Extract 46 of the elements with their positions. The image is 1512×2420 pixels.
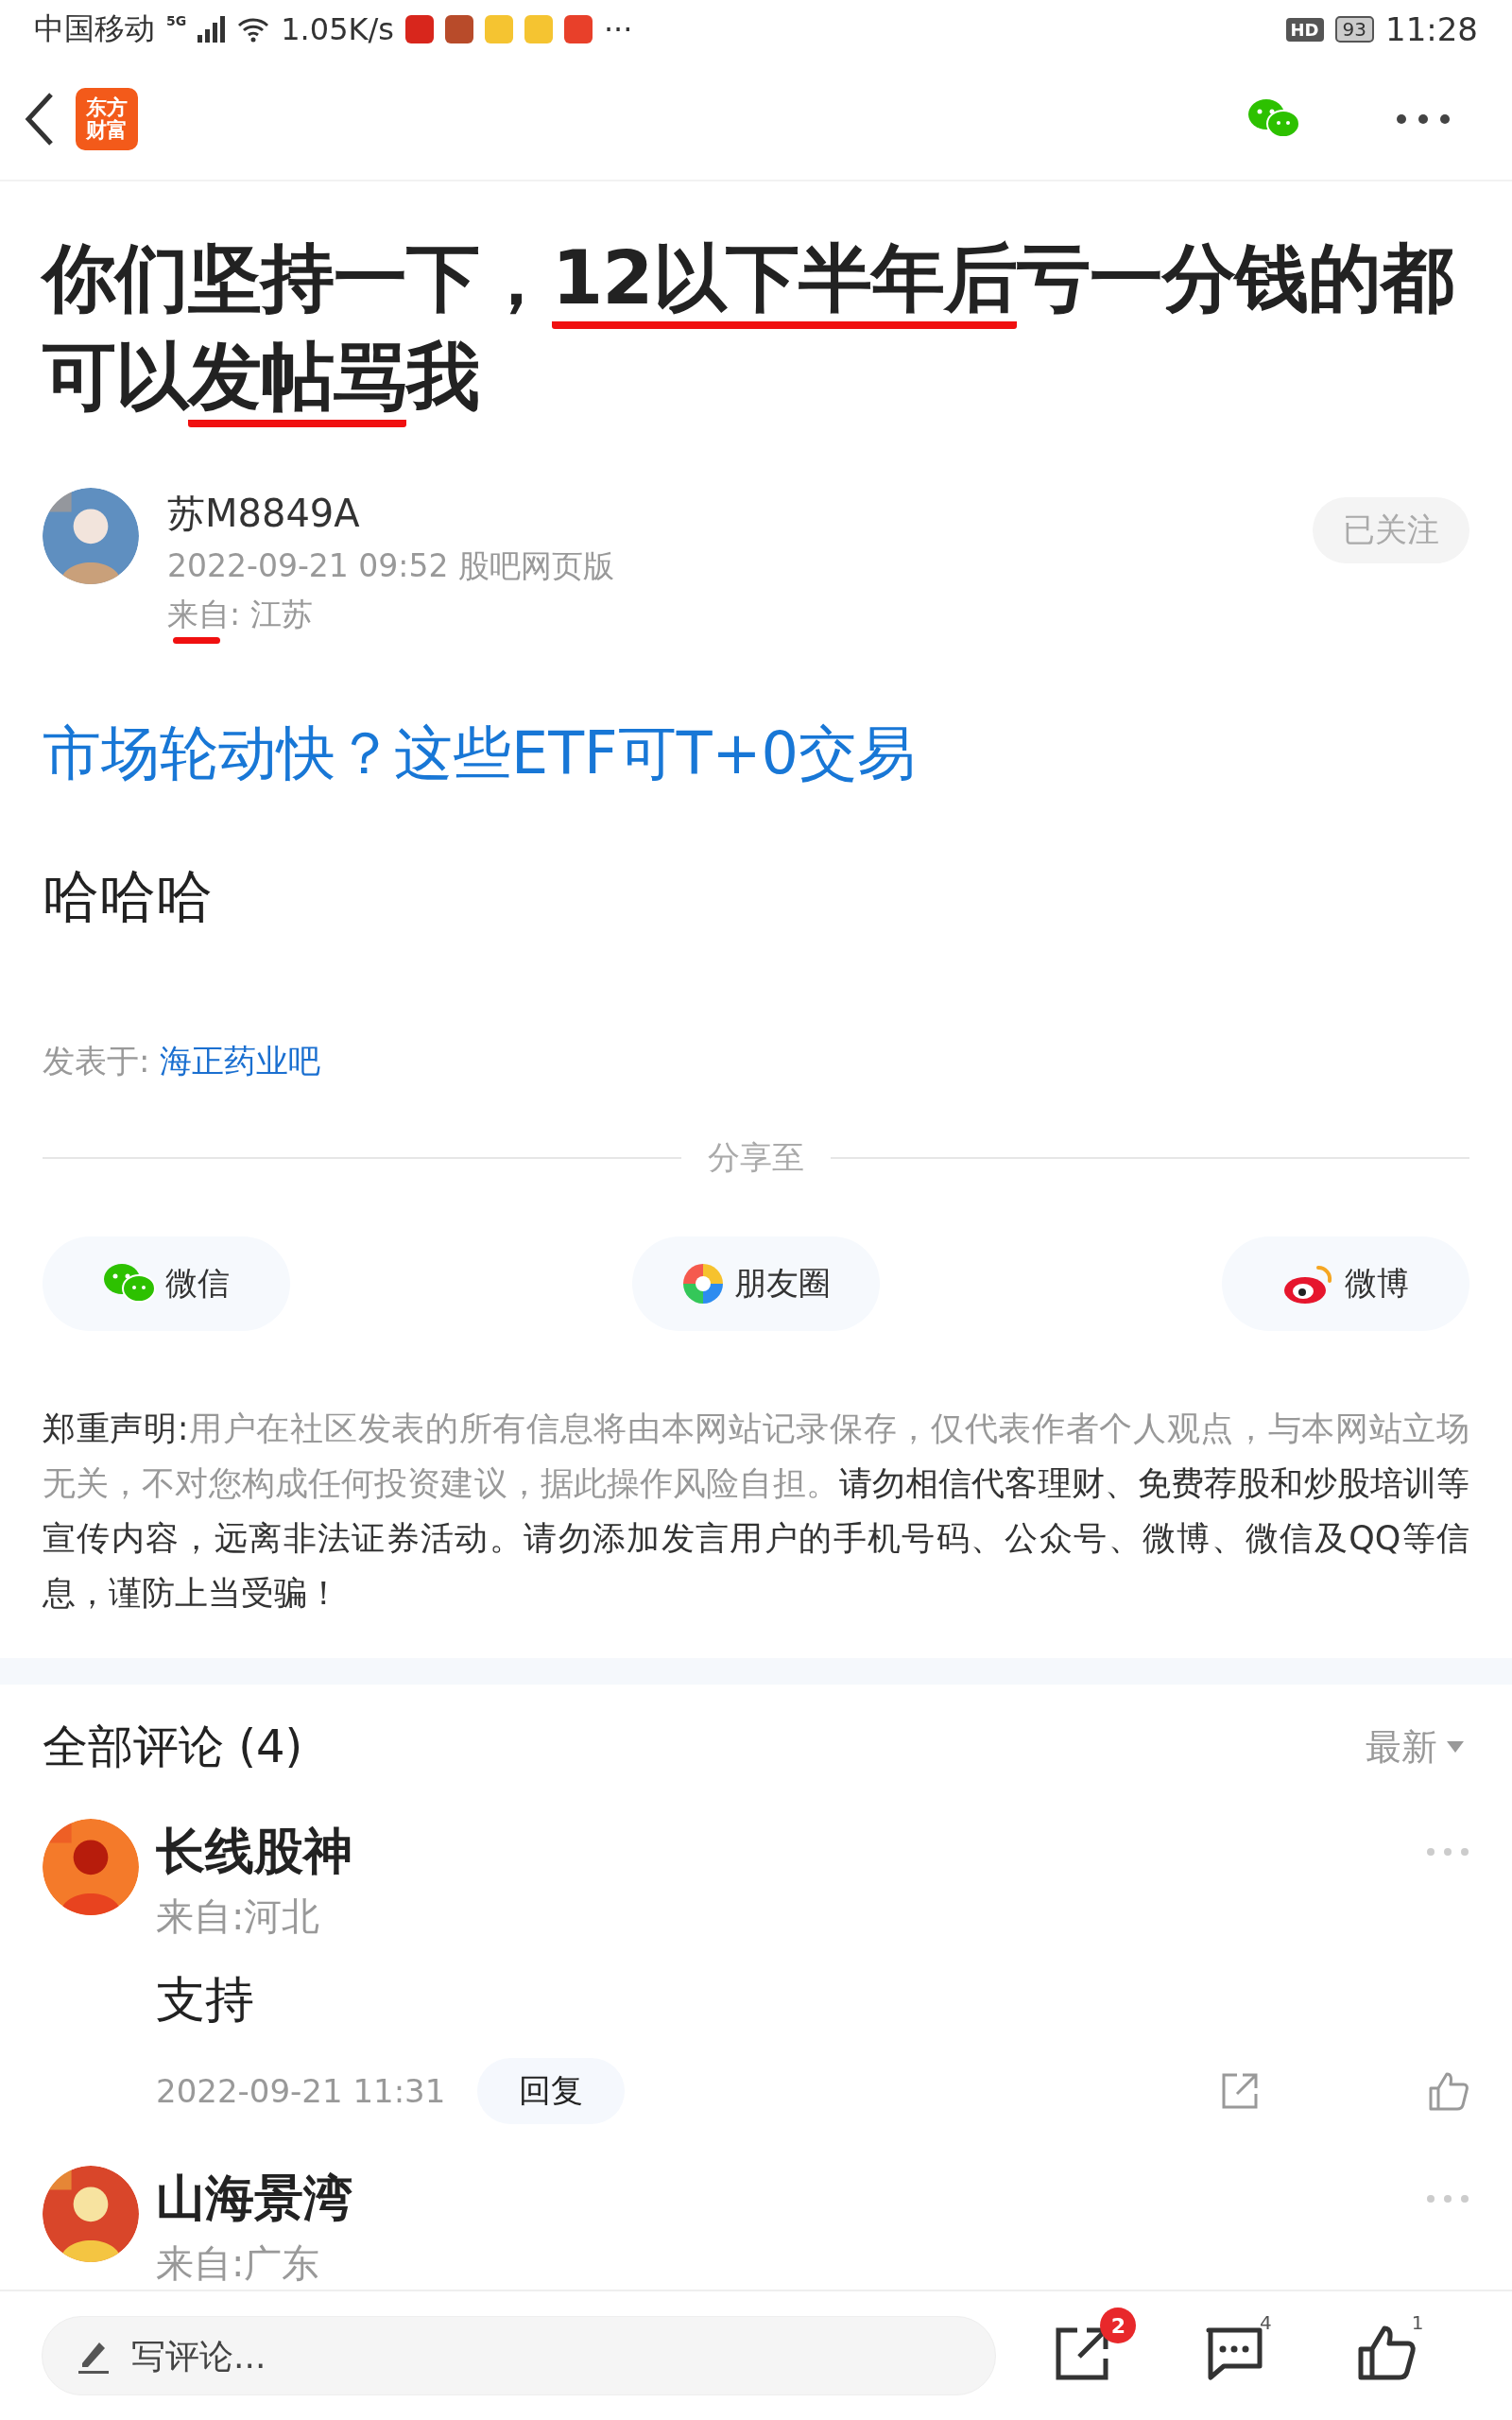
app-icon <box>404 15 434 43</box>
signal-icon <box>198 16 227 43</box>
app-icon <box>484 15 513 43</box>
share-button[interactable]: 微博 <box>1222 1236 1469 1331</box>
comment-location: 来自:河北 <box>156 1893 321 1940</box>
comments-heading: 全部评论 (4) <box>43 1719 304 1774</box>
like-count: 1 <box>1411 2311 1424 2334</box>
share-heading: 分享至 <box>708 1137 804 1178</box>
author-name[interactable]: 苏M8849A <box>167 488 1284 540</box>
disclaimer-text: 郑重声明:用户在社区发表的所有信息将由本网站记录保存，仅代表作者个人观点，与本网站立场无关，不对您构成任何投资建议，据此操作风险自担。请勿相信代客理财、免费荐股和炒股培训等宣传内容，远离非法证券活动。请勿添加发言用户的手机号码、公众号、微博、微信及QQ等信息，谨防上当受骗！ <box>43 1409 1469 1614</box>
post-title: 你们坚持一下，12以下半年后亏一分钱的都 可以发帖骂我 <box>43 231 1469 427</box>
app-icon <box>444 15 473 43</box>
author-location: 来自: 江苏 <box>167 595 314 634</box>
caret-icon <box>1447 1741 1464 1753</box>
comment-field[interactable]: 写评论... <box>129 2335 961 2377</box>
wifi-icon <box>237 16 270 43</box>
promo-link[interactable]: 市场轮动快？这些ETF可T+0交易 <box>43 714 1469 793</box>
share-badge: 2 <box>1100 2308 1137 2343</box>
comment-count: 4 <box>1260 2311 1272 2334</box>
carrier-text: 中国移动 <box>34 9 155 48</box>
thumbs-up-icon[interactable] <box>1428 2071 1469 2111</box>
wechat-icon <box>103 1262 156 1305</box>
more-text: ··· <box>603 11 633 47</box>
post-body: 哈哈哈 <box>43 862 214 931</box>
share-button[interactable]: 微信 <box>43 1236 290 1331</box>
share-button[interactable]: 朋友圈 <box>632 1236 880 1331</box>
comment-location: 来自:广东 <box>156 2240 321 2287</box>
commenter-name[interactable]: 山海景湾 <box>156 2166 1426 2232</box>
comment-time: 2022-09-21 11:31 <box>156 2072 446 2110</box>
app-icon <box>563 15 593 43</box>
battery-icon: 93 <box>1334 16 1374 43</box>
clock-text: 11:28 <box>1385 10 1478 48</box>
reply-button[interactable]: 回复 <box>477 2058 626 2124</box>
aperture-icon <box>681 1262 725 1305</box>
post-meta: 2022-09-21 09:52 股吧网页版 <box>167 546 615 586</box>
network-text: 5G <box>166 13 187 28</box>
speed-text: 1.05K/s <box>281 11 394 47</box>
more-icon[interactable] <box>1395 112 1452 126</box>
underline-mark <box>173 637 220 644</box>
commenter-name[interactable]: 长线股神 <box>156 1819 1426 1885</box>
comment-text: 支持 <box>156 1970 255 2030</box>
app-icon <box>524 15 553 43</box>
hd-text: HD <box>1285 17 1324 42</box>
posted-in-label: 发表于: <box>43 1042 151 1080</box>
bar-link[interactable]: 海正药业吧 <box>160 1042 321 1080</box>
comment-bar[interactable]: 写评论... <box>42 2316 996 2395</box>
